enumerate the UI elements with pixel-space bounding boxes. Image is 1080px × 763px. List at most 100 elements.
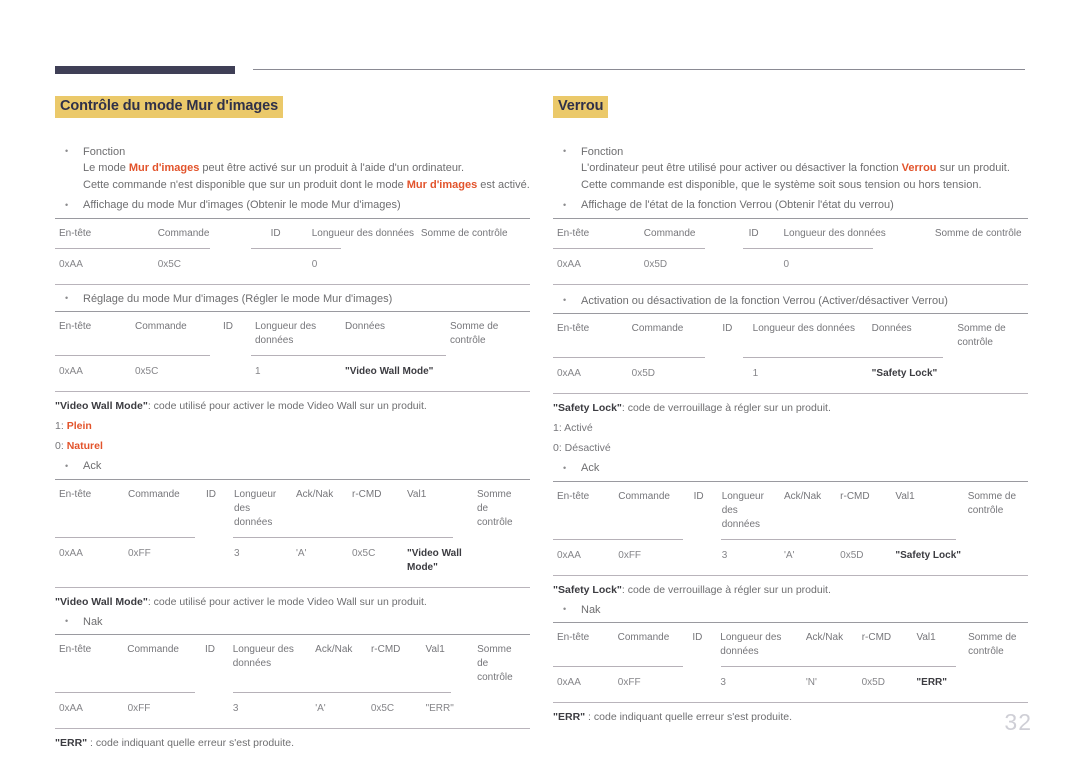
col-header: En-tête xyxy=(59,321,92,333)
left-function-label: Fonction xyxy=(83,145,126,158)
col-header: En-tête xyxy=(59,227,92,239)
right-nak-bullet: Nak xyxy=(553,601,1028,619)
col-header: Longueur des données xyxy=(783,227,886,239)
left-get-table-body: 0xAA 0x5C 0 xyxy=(55,252,530,278)
table-rule-top xyxy=(55,217,530,219)
col-header: ID xyxy=(692,632,703,644)
cell: 0x5D xyxy=(643,258,668,270)
right-function-line-2: Cette commande est disponible, que le sy… xyxy=(581,178,982,191)
col-header: r-CMD xyxy=(370,644,401,656)
cell: 0xFF xyxy=(618,549,642,561)
col-header: Somme de contrôle xyxy=(477,644,513,684)
left-get-table-wrap: En-tête Commande ID Longueur des données… xyxy=(55,217,530,285)
col-header: Val1 xyxy=(407,488,427,500)
left-ack-table-body: 0xAA 0xFF 3 'A' 0x5C "Video Wall Mode" xyxy=(55,541,530,581)
table-rule-mid xyxy=(553,357,1028,359)
table-header-row: En-tête Commande ID Longueur des données… xyxy=(553,626,1028,664)
left-set-table-wrap: En-tête Commande ID Longueur des données… xyxy=(55,311,530,393)
right-function-label: Fonction xyxy=(581,145,624,158)
left-set-table-body: 0xAA 0x5C 1 "Video Wall Mode" xyxy=(55,359,530,385)
cell xyxy=(271,252,312,278)
right-ack-bullet: Ack xyxy=(553,460,1028,477)
col-header: Longueur des données xyxy=(234,488,277,528)
cell xyxy=(749,252,784,278)
left-column: Contrôle du mode Mur d'images Fonction L… xyxy=(55,96,530,755)
col-header: En-tête xyxy=(59,488,92,500)
cell: 3 xyxy=(720,677,726,689)
right-note-1: "Safety Lock": code de verrouillage à ré… xyxy=(553,402,831,415)
right-get-bullet: Affichage de l'état de la fonction Verro… xyxy=(553,197,1028,214)
cell: 0xAA xyxy=(557,258,581,270)
col-header: Ack/Nak xyxy=(296,488,334,500)
left-enum-1: 1: Plein xyxy=(55,420,92,433)
cell: 0xFF xyxy=(127,703,151,715)
cell xyxy=(722,361,752,387)
cell xyxy=(477,541,530,581)
cell: 0x5D xyxy=(631,368,656,380)
right-get-label: Affichage de l'état de la fonction Verro… xyxy=(581,199,894,212)
col-header: r-CMD xyxy=(840,490,870,502)
left-nak-table-body: 0xAA 0xFF 3 'A' 0x5C "ERR" xyxy=(55,696,530,722)
table-rule-bottom xyxy=(55,728,530,730)
left-set-table: En-tête Commande ID Longueur des données… xyxy=(55,315,530,353)
table-header-row: En-tête Commande ID Longueur des données… xyxy=(55,315,530,353)
col-header: Somme de contrôle xyxy=(420,227,508,239)
left-function-line-1: Le mode Mur d'images peut être activé su… xyxy=(83,162,465,175)
left-get-table: En-tête Commande ID Longueur des données… xyxy=(55,222,530,246)
col-header: ID xyxy=(748,227,759,239)
cell xyxy=(421,252,530,278)
right-function-line-1: L'ordinateur peut être utilisé pour acti… xyxy=(581,162,1010,175)
cell: 1 xyxy=(255,366,261,378)
table-header-row: En-tête Commande ID Longueur des données… xyxy=(55,222,530,246)
cell: 0x5D xyxy=(840,549,864,561)
col-header: Données xyxy=(345,321,386,333)
header-bar-dark xyxy=(55,66,235,74)
value-naturel: Naturel xyxy=(66,440,103,453)
col-header: Commande xyxy=(135,321,187,333)
col-header: Longueur des données xyxy=(232,644,294,670)
col-header: ID xyxy=(206,488,216,500)
left-get-bullet: Affichage du mode Mur d'images (Obtenir … xyxy=(55,197,530,214)
right-nak-label: Nak xyxy=(581,603,601,616)
col-header: ID xyxy=(722,323,733,335)
col-header: Ack/Nak xyxy=(805,632,844,644)
col-header: Somme de contrôle xyxy=(477,488,513,528)
right-function-bullet: Fonction L'ordinateur peut être utilisé … xyxy=(553,143,1028,194)
table-rule-mid xyxy=(553,247,1028,249)
cell: 0x5D xyxy=(861,677,885,689)
cell: 0xAA xyxy=(59,258,83,270)
col-header: r-CMD xyxy=(352,488,382,500)
mur-dimages-term-2: Mur d'images xyxy=(406,178,478,191)
col-header: Longueur des données xyxy=(752,323,855,335)
left-note-2: "Video Wall Mode": code utilisé pour act… xyxy=(55,595,427,608)
cell: 0xFF xyxy=(617,677,641,689)
col-header: Somme de contrôle xyxy=(968,632,1017,658)
col-header: Ack/Nak xyxy=(315,644,353,656)
cell: 0x5C xyxy=(352,547,376,559)
cell xyxy=(968,670,1028,696)
cell xyxy=(477,696,530,722)
table-header-row: En-tête Commande ID Longueur des données… xyxy=(55,638,530,690)
table-header-row: En-tête Commande ID Longueur des données… xyxy=(55,483,530,535)
table-rule-mid xyxy=(553,666,1028,668)
col-header: En-tête xyxy=(557,632,590,644)
table-rule-bottom xyxy=(553,393,1028,395)
col-header: Somme de contrôle xyxy=(934,227,1022,239)
table-rule-top xyxy=(55,478,530,480)
left-ack-table: En-tête Commande ID Longueur des données… xyxy=(55,483,530,535)
right-note-2: "Safety Lock": code de verrouillage à ré… xyxy=(553,583,831,596)
verrou-term: Verrou xyxy=(901,162,937,175)
col-header: Longueur des données xyxy=(311,227,415,239)
cell: 'A' xyxy=(296,547,307,559)
right-nak-table: En-tête Commande ID Longueur des données… xyxy=(553,626,1028,664)
col-header: Longueur des données xyxy=(255,321,317,347)
mur-dimages-term-1: Mur d'images xyxy=(128,162,200,175)
table-rule-top xyxy=(553,480,1028,482)
col-header: Somme de contrôle xyxy=(450,321,499,347)
cell: 'A' xyxy=(783,549,795,561)
cell: "Safety Lock" xyxy=(895,549,962,561)
value-plein: Plein xyxy=(66,420,92,433)
col-header: ID xyxy=(693,490,704,502)
document-page: Contrôle du mode Mur d'images Fonction L… xyxy=(0,0,1080,763)
left-ack-bullet: Ack xyxy=(55,458,530,475)
